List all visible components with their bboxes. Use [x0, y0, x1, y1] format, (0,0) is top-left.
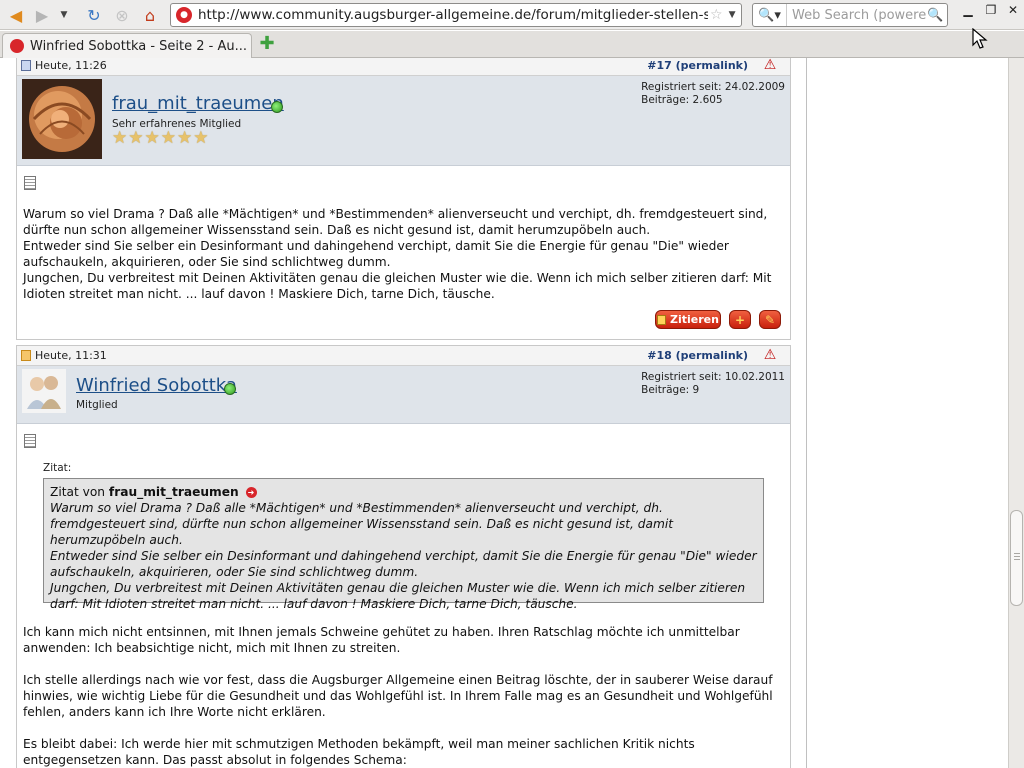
message-document-icon — [24, 176, 36, 190]
forum-post: Heute, 11:26 #17 (permalink) ⚠ frau_mit_… — [16, 58, 791, 340]
site-favicon-icon: ● — [176, 7, 192, 23]
username-link[interactable]: frau_mit_traeumen — [112, 93, 284, 114]
bookmark-star-icon[interactable]: ☆ — [710, 7, 723, 23]
quote-line: Warum so viel Drama ? Daß alle *Mächtige… — [50, 501, 674, 547]
tab-bar: Winfried Sobottka - Seite 2 - Au... ✚ — [0, 31, 1024, 58]
scroll-grip — [1014, 559, 1020, 560]
search-placeholder[interactable]: Web Search (powered — [787, 8, 927, 23]
registered-date: Registriert seit: 24.02.2009 — [641, 81, 785, 93]
url-text[interactable]: http://www.community.augsburger-allgemei… — [198, 7, 708, 23]
scroll-grip — [1014, 556, 1020, 557]
user-stats: Registriert seit: 10.02.2011 Beiträge: 9 — [641, 371, 785, 397]
post-date: Heute, 11:26 — [35, 59, 107, 72]
quote-box: Zitat von frau_mit_traeumen ➜ Warum so v… — [43, 478, 764, 611]
post-header: Heute, 11:31 #18 (permalink) ⚠ — [17, 346, 790, 366]
view-post-arrow-icon[interactable]: ➜ — [245, 487, 257, 498]
quote-line: Entweder sind Sie selber ein Desinforman… — [50, 549, 757, 579]
user-info-bar: Winfried Sobottka Mitglied Registriert s… — [17, 366, 790, 424]
registered-date: Registriert seit: 10.02.2011 — [641, 371, 785, 383]
post-line: Jungchen, Du verbreitest mit Deinen Akti… — [23, 271, 772, 301]
post-status-icon — [21, 350, 31, 361]
online-status-icon — [224, 383, 236, 395]
quote-line: Jungchen, Du verbreitest mit Deinen Akti… — [50, 581, 746, 611]
permalink[interactable]: #18 (permalink) — [647, 349, 748, 362]
post-body: Ich kann mich nicht entsinnen, mit Ihnen… — [23, 624, 787, 768]
url-bar[interactable]: ● http://www.community.augsburger-allgem… — [170, 3, 742, 27]
reload-icon[interactable]: ↻ — [82, 3, 106, 27]
scroll-grip — [1014, 553, 1020, 554]
report-warning-icon[interactable]: ⚠ — [762, 347, 778, 363]
quote-icon — [657, 314, 667, 325]
right-column-divider — [806, 58, 807, 768]
navigation-toolbar: ◀ ▶ ▼ ↻ ⊗ ⌂ ● http://www.community.augsb… — [0, 0, 1024, 30]
post-body: Warum so viel Drama ? Daß alle *Mächtige… — [23, 206, 787, 302]
post-status-icon — [21, 60, 31, 71]
restore-icon[interactable]: ❐ — [981, 3, 1001, 17]
user-rank: Mitglied — [76, 399, 118, 411]
page-viewport: Heute, 11:26 #17 (permalink) ⚠ frau_mit_… — [0, 58, 1008, 768]
post-count: Beiträge: 9 — [641, 384, 700, 396]
edit-button[interactable]: ✎ — [759, 310, 781, 329]
url-dropdown-icon[interactable]: ▼ — [729, 10, 736, 20]
back-icon[interactable]: ◀ — [4, 3, 28, 27]
vertical-scrollbar[interactable] — [1008, 58, 1024, 768]
multi-quote-button[interactable]: + — [729, 310, 751, 329]
tab-favicon-icon — [10, 39, 24, 53]
forward-icon[interactable]: ▶ — [30, 3, 54, 27]
post-date: Heute, 11:31 — [35, 349, 107, 362]
post-count: Beiträge: 2.605 — [641, 94, 723, 106]
forum-post: Heute, 11:31 #18 (permalink) ⚠ Winfried … — [16, 345, 791, 768]
username-link[interactable]: Winfried Sobottka — [76, 375, 237, 396]
history-dropdown-icon[interactable]: ▼ — [56, 3, 72, 27]
quote-button[interactable]: Zitieren — [655, 310, 721, 329]
online-status-icon — [271, 101, 283, 113]
search-go-icon[interactable]: 🔍 — [927, 8, 943, 23]
post-paragraph: Ich stelle allerdings nach wie vor fest,… — [23, 673, 773, 719]
rank-stars: ★★★★★★ — [112, 128, 210, 148]
quote-header: Zitat von frau_mit_traeumen ➜ — [50, 484, 757, 500]
stop-icon[interactable]: ⊗ — [110, 3, 134, 27]
search-bar[interactable]: 🔍▾ Web Search (powered 🔍 — [752, 3, 948, 27]
tab-active[interactable]: Winfried Sobottka - Seite 2 - Au... — [2, 33, 252, 58]
user-info-bar: frau_mit_traeumen Sehr erfahrenes Mitgli… — [17, 76, 790, 166]
tab-title: Winfried Sobottka - Seite 2 - Au... — [30, 38, 248, 54]
quote-author: frau_mit_traeumen — [108, 485, 239, 499]
post-paragraph: Es bleibt dabei: Ich werde hier mit schm… — [23, 737, 695, 767]
quote-button-label: Zitieren — [670, 313, 719, 326]
home-icon[interactable]: ⌂ — [138, 3, 162, 27]
user-stats: Registriert seit: 24.02.2009 Beiträge: 2… — [641, 81, 785, 107]
post-line: Entweder sind Sie selber ein Desinforman… — [23, 239, 729, 269]
close-icon[interactable]: ✕ — [1003, 3, 1023, 17]
minimize-icon[interactable]: ▁ — [958, 3, 978, 17]
quote-label: Zitat: — [43, 462, 72, 474]
report-warning-icon[interactable]: ⚠ — [762, 58, 778, 73]
new-tab-icon[interactable]: ✚ — [258, 35, 276, 53]
post-line: Warum so viel Drama ? Daß alle *Mächtige… — [23, 207, 768, 237]
post-header: Heute, 11:26 #17 (permalink) ⚠ — [17, 58, 790, 76]
permalink[interactable]: #17 (permalink) — [647, 59, 748, 72]
avatar[interactable] — [22, 79, 102, 159]
search-engine-icon[interactable]: 🔍▾ — [753, 4, 787, 26]
quote-prefix: Zitat von — [50, 485, 106, 499]
avatar[interactable] — [22, 369, 66, 413]
post-paragraph: Ich kann mich nicht entsinnen, mit Ihnen… — [23, 625, 740, 655]
scrollbar-thumb[interactable] — [1010, 510, 1023, 606]
message-document-icon — [24, 434, 36, 448]
